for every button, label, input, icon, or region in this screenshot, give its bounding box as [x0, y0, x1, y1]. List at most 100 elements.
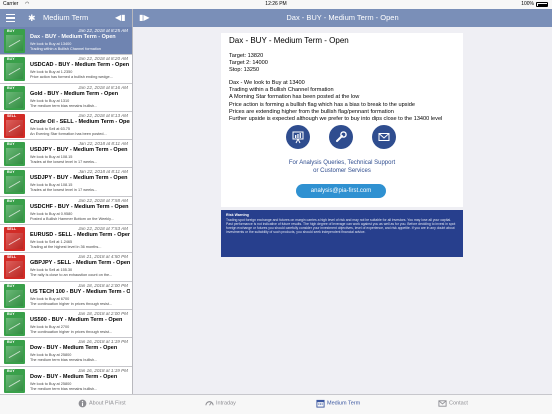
signal-thumbnail: BUY [4, 340, 25, 365]
signal-summary-line: We look to Sell at 1.2465 [30, 240, 73, 245]
detail-content: Dax - BUY - Medium Term - Open Target: 1… [133, 27, 552, 394]
signal-date: Jan 16, 2018 at 1:19 PM [77, 367, 128, 373]
signal-tag: SELL [7, 255, 17, 260]
hamburger-menu-icon[interactable] [6, 14, 15, 22]
signal-list-item[interactable]: BUY Jan 22, 2018 at 8:11 AM USDJPY - BUY -… [0, 140, 132, 169]
signal-thumbnail: BUY [4, 283, 25, 308]
signal-thumbnail: BUY [4, 198, 25, 223]
desc-line: Prices are extending higher from the bul… [229, 108, 394, 115]
signal-title: GBPJPY - SELL - Medium Term - Open [30, 260, 130, 267]
signal-date: Jan 16, 2018 at 1:19 PM [77, 339, 128, 345]
wrench-icon[interactable] [329, 125, 353, 149]
signal-list-item[interactable]: BUY Jan 16, 2018 at 1:19 PM Dow - BUY - Me… [0, 338, 132, 367]
signal-tag: BUY [7, 311, 15, 316]
signal-list-item[interactable]: BUY Jan 18, 2018 at 2:00 PM US500 - BUY - … [0, 309, 132, 339]
info-icon [78, 399, 87, 408]
gear-icon[interactable]: ✱ [28, 13, 36, 23]
signal-list-item[interactable]: BUY Jan 22, 2018 at 8:11 AM USDJPY - BUY -… [0, 168, 132, 197]
signal-list-item[interactable]: BUY Jan 22, 2018 at 8:16 AM Gold - BUY - M… [0, 83, 132, 112]
sidebar-title: Medium Term [43, 13, 89, 22]
desc-line: Dax - We look to Buy at 13400 [229, 80, 305, 86]
signal-title: Crude Oil - SELL - Medium Term - Open [30, 118, 130, 125]
signal-list-item[interactable]: BUY Jan 18, 2018 at 2:00 PM US TECH 100 - … [0, 281, 132, 310]
desc-line: Trading within a Bullish Channel formati… [229, 87, 334, 94]
mini-chart-icon [6, 148, 23, 165]
email-button[interactable]: analysis@pia-first.com [296, 184, 386, 198]
signal-date: Jan 22, 2018 at 7:53 AM [78, 226, 128, 232]
signal-list-item[interactable]: SELL Jan 22, 2018 at 8:13 AM Crude Oil - S… [0, 111, 132, 141]
signal-description: Dax - We look to Buy at 13400 Trading wi… [229, 80, 461, 123]
signal-list: BUY Jan 22, 2018 at 8:25 AM Dax - BUY - Me… [0, 27, 132, 395]
signal-summary-line: The continuation higher in prices throug… [30, 301, 113, 306]
signal-title: USDCAD - BUY - Medium Term - Open [30, 62, 130, 69]
signal-date: Jan 22, 2018 at 8:13 AM [78, 112, 128, 118]
mini-chart-icon [6, 204, 23, 221]
signal-tag: SELL [7, 113, 17, 118]
signal-summary-line: We look to Buy at 1310 [30, 98, 70, 103]
signal-summary-line: An Evening Star formation has been poste… [30, 131, 107, 136]
signal-summary-line: The medium term bias remains bullish... [30, 358, 98, 363]
tab-medium-term[interactable]: Medium Term [316, 399, 360, 411]
signal-title: Dow - BUY - Medium Term - Open [30, 345, 118, 352]
sidebar-header: ✱ Medium Term ◀▮ [0, 9, 132, 27]
signal-summary-line: The medium term bias remains bullish... [30, 103, 98, 108]
signal-title: US500 - BUY - Medium Term - Open [30, 316, 123, 323]
signal-thumbnail: BUY [4, 311, 25, 336]
signal-thumbnail: BUY [4, 57, 25, 82]
signal-tag: BUY [7, 85, 15, 90]
sidebar: ✱ Medium Term ◀▮ BUY Jan 22, 2018 at 8:25… [0, 9, 133, 395]
signal-title: Dax - BUY - Medium Term - Open [30, 34, 116, 40]
signal-summary-line: Trades at the lowest level in 17 weeks..… [30, 160, 98, 165]
signal-date: Jan 18, 2018 at 2:00 PM [77, 310, 128, 316]
signal-list-item[interactable]: SELL Jan 22, 2018 at 7:53 AM EURUSD - SELL… [0, 225, 132, 254]
signal-tag: BUY [7, 142, 15, 147]
tab-label: Intraday [216, 400, 236, 407]
mini-chart-icon [6, 91, 23, 108]
signal-summary-line: Trading within a Bullish Channel formati… [30, 47, 101, 51]
tab-label: About PIA First [89, 400, 126, 407]
mini-chart-icon [6, 176, 23, 193]
signal-summary-line: We look to Buy at 0.9580 [30, 211, 73, 216]
signal-list-item[interactable]: BUY Jan 16, 2018 at 1:19 PM Dow - BUY - Me… [0, 366, 132, 395]
signal-title: Gold - BUY - Medium Term - Open [30, 90, 119, 97]
signal-tag: BUY [7, 170, 15, 175]
signal-summary-line: We look to Buy at 13400 [30, 42, 72, 46]
analysis-icon[interactable] [286, 125, 310, 149]
signal-summary-line: We look to Sell at 155.30 [30, 268, 73, 273]
mini-chart-icon [6, 374, 23, 391]
signal-date: Jan 21, 2018 at 4:50 PM [77, 254, 128, 260]
battery-icon [536, 2, 548, 7]
target-1: Target: 13820 [229, 53, 264, 59]
signal-summary-line: We look to Buy at 25800 [30, 381, 72, 386]
signal-tag: BUY [7, 29, 15, 33]
signal-summary-line: We look to Buy at 108.15 [30, 183, 73, 188]
signal-list-item[interactable]: SELL Jan 21, 2018 at 4:50 PM GBPJPY - SELL… [0, 253, 132, 282]
signal-summary-line: Price action has formed a bullish ending… [30, 75, 113, 80]
signal-tag: SELL [7, 227, 17, 232]
desc-line: Price action is forming a bullish flag w… [229, 101, 415, 108]
tab-about[interactable]: About PIA First [78, 399, 126, 411]
signal-date: Jan 22, 2018 at 8:16 AM [78, 84, 128, 90]
signal-tag: BUY [7, 368, 15, 373]
envelope-icon[interactable] [372, 125, 396, 149]
tab-intraday[interactable]: Intraday [205, 399, 236, 411]
signal-list-item[interactable]: BUY Jan 22, 2018 at 8:25 AM Dax - BUY - Me… [0, 27, 132, 56]
signal-detail-panel: Dax - BUY - Medium Term - Open Target: 1… [221, 33, 463, 207]
mini-chart-icon [6, 119, 23, 136]
tab-contact[interactable]: Contact [438, 399, 468, 411]
signal-tag: BUY [7, 198, 15, 203]
sidebar-toggle-icon[interactable]: ◀▮ [115, 13, 126, 22]
calendar-icon [316, 399, 325, 408]
signal-list-item[interactable]: BUY Jan 22, 2018 at 7:58 AM USDCHF - BUY -… [0, 196, 132, 226]
target-2: Target 2: 14000 [229, 60, 268, 67]
mini-chart-icon [6, 63, 23, 80]
desc-line: Further upside is expected although we p… [229, 116, 443, 123]
desc-line: A Morning Star formation has been posted… [229, 94, 360, 101]
contact-icon [438, 400, 447, 407]
battery-percent: 100% [521, 1, 534, 7]
stop-level: Stop: 13250 [229, 67, 260, 74]
signal-thumbnail: BUY [4, 29, 25, 53]
signal-summary-line: Trades at the lowest level in 17 weeks..… [30, 188, 98, 193]
signal-list-item[interactable]: BUY Jan 22, 2018 at 8:20 AM USDCAD - BUY -… [0, 55, 132, 84]
mini-chart-icon [6, 317, 23, 334]
